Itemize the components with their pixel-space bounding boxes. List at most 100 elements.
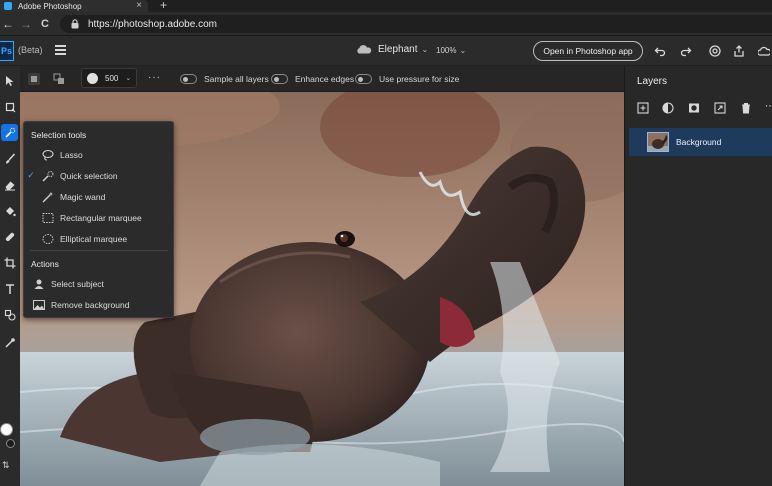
subtract-selection-icon[interactable] — [50, 70, 68, 88]
actions-heading: Actions — [31, 259, 59, 269]
eyedropper-tool[interactable] — [1, 334, 18, 351]
more-options-button[interactable]: ··· — [148, 72, 161, 83]
use-pressure-label: Use pressure for size — [379, 74, 460, 84]
document-name-dropdown[interactable]: Elephant ⌄ — [356, 44, 428, 55]
new-tab-button[interactable]: + — [160, 0, 167, 11]
selection-tools-flyout: Selection tools Lasso ✓ Quick selection … — [23, 121, 174, 318]
flyout-action-remove-background[interactable]: Remove background — [24, 295, 173, 314]
magic-wand-icon — [42, 191, 53, 202]
redo-icon[interactable] — [680, 45, 692, 57]
tools-toolbar: ⇅ — [0, 66, 20, 486]
enhance-edges-toggle[interactable] — [271, 74, 288, 84]
url-field[interactable]: https://photoshop.adobe.com — [60, 15, 772, 33]
brush-icon — [5, 152, 15, 163]
quick-selection-icon — [42, 170, 54, 182]
reload-button[interactable]: C — [41, 16, 49, 32]
ps-logo[interactable]: Ps — [0, 41, 14, 61]
open-in-photoshop-button[interactable]: Open in Photoshop app — [533, 41, 643, 61]
photoshop-favicon-icon — [4, 2, 12, 10]
beta-label: (Beta) — [18, 45, 43, 55]
quick-selection-icon — [4, 127, 15, 138]
healing-brush-icon — [5, 232, 14, 241]
adjustment-layer-icon[interactable] — [662, 102, 674, 114]
url-text: https://photoshop.adobe.com — [88, 18, 217, 30]
transform-icon — [5, 102, 15, 112]
layers-panel-title: Layers — [637, 76, 668, 87]
flyout-item-magic-wand[interactable]: Magic wand — [24, 187, 173, 206]
browser-tab[interactable]: Adobe Photoshop × — [0, 0, 148, 12]
share-icon[interactable] — [733, 45, 745, 57]
shape-tool[interactable] — [1, 306, 18, 323]
transform-tool[interactable] — [1, 98, 18, 115]
flyout-action-select-subject[interactable]: Select subject — [24, 274, 173, 293]
cloud-icon — [357, 45, 372, 54]
mask-icon[interactable] — [688, 102, 700, 114]
app-header: Ps (Beta) Elephant ⌄ 100% ⌄ Open in Photo… — [0, 36, 772, 66]
use-pressure-toggle[interactable] — [355, 74, 372, 84]
enhance-edges-label: Enhance edges — [295, 74, 355, 84]
remove-background-icon — [33, 299, 45, 310]
menu-icon[interactable] — [55, 45, 66, 55]
flyout-item-quick-selection[interactable]: ✓ Quick selection — [24, 166, 173, 185]
layer-properties-icon[interactable] — [714, 102, 726, 114]
flyout-item-lasso[interactable]: Lasso — [24, 145, 173, 164]
type-icon — [5, 283, 14, 294]
fill-tool[interactable] — [1, 202, 18, 219]
sample-all-layers-label: Sample all layers — [204, 74, 269, 84]
flyout-item-label: Rectangular marquee — [60, 212, 142, 223]
selection-tools-heading: Selection tools — [31, 130, 87, 140]
sample-all-layers-toggle[interactable] — [180, 74, 197, 84]
flyout-item-label: Elliptical marquee — [60, 233, 128, 244]
flyout-item-rectangular-marquee[interactable]: Rectangular marquee — [24, 208, 173, 227]
forward-button[interactable]: → — [20, 16, 32, 32]
layer-name: Background — [676, 137, 722, 147]
more-layer-options-icon[interactable]: ⋯ — [765, 101, 772, 112]
undo-icon[interactable] — [654, 45, 666, 57]
background-color-swatch[interactable] — [6, 439, 15, 448]
lock-icon — [71, 19, 79, 29]
address-bar: ← → C https://photoshop.adobe.com — [0, 12, 772, 36]
flyout-item-elliptical-marquee[interactable]: Elliptical marquee — [24, 229, 173, 248]
flyout-divider — [30, 250, 168, 251]
move-tool[interactable] — [1, 72, 18, 89]
zoom-level: 100% — [436, 46, 457, 55]
tab-title: Adobe Photoshop — [18, 1, 82, 11]
flyout-item-label: Quick selection — [60, 170, 118, 181]
layer-row-background[interactable]: Background — [629, 128, 772, 156]
shapes-icon — [4, 309, 16, 321]
brush-tool[interactable] — [1, 150, 18, 167]
brush-size-value: 500 — [105, 73, 119, 83]
swap-colors-icon[interactable]: ⇅ — [2, 460, 10, 471]
zoom-dropdown[interactable]: 100% ⌄ — [436, 46, 466, 55]
layers-actions-bar: ⋯ — [637, 101, 772, 116]
layer-thumbnail — [647, 132, 669, 152]
move-icon — [5, 75, 13, 86]
healing-tool[interactable] — [1, 228, 18, 245]
delete-layer-icon[interactable] — [740, 102, 752, 114]
cloud-status-icon[interactable] — [758, 45, 770, 57]
lasso-icon — [42, 149, 54, 161]
layers-panel: Layers ⋯ Background — [624, 66, 772, 486]
rect-marquee-icon — [42, 212, 54, 223]
chevron-down-icon: ⌄ — [125, 75, 132, 82]
new-selection-icon[interactable] — [25, 70, 43, 88]
tool-options-bar: 500 ⌄ ··· Sample all layers Enhance edge… — [20, 66, 624, 92]
brush-size-dropdown[interactable]: 500 ⌄ — [81, 68, 137, 88]
crop-icon — [4, 257, 15, 268]
back-button[interactable]: ← — [2, 16, 14, 32]
eraser-icon — [4, 181, 15, 190]
chevron-down-icon: ⌄ — [459, 46, 467, 55]
crop-tool[interactable] — [1, 254, 18, 271]
selection-tool[interactable] — [1, 124, 18, 141]
tab-close-icon[interactable]: × — [136, 0, 142, 12]
flyout-action-label: Remove background — [51, 299, 130, 310]
type-tool[interactable] — [1, 280, 18, 297]
checkmark-icon: ✓ — [27, 170, 35, 180]
foreground-color-swatch[interactable] — [0, 423, 13, 436]
eraser-tool[interactable] — [1, 176, 18, 193]
browser-tab-bar: Adobe Photoshop × + — [0, 0, 772, 12]
help-icon[interactable] — [709, 45, 721, 57]
flyout-item-label: Lasso — [60, 149, 83, 160]
paint-bucket-icon — [5, 206, 16, 216]
add-layer-icon[interactable] — [637, 102, 649, 114]
